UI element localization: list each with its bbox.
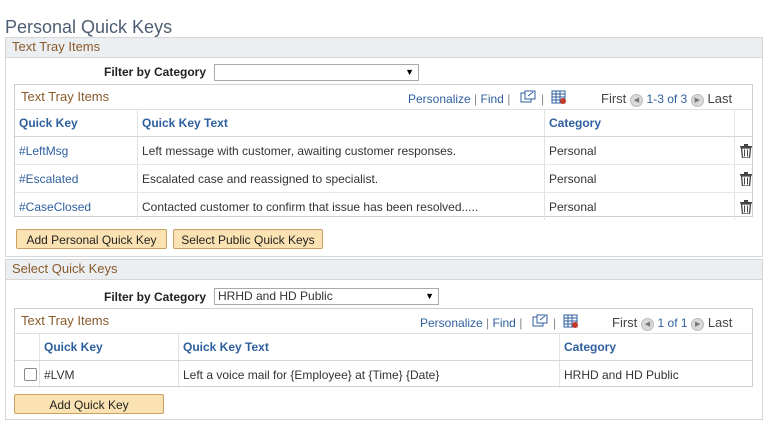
find-link[interactable]: Find: [493, 316, 516, 330]
add-quick-key-button[interactable]: Add Quick Key: [14, 394, 164, 414]
spreadsheet-download-icon[interactable]: [551, 90, 567, 105]
table-row: #Escalated Escalated case and reassigned…: [15, 164, 752, 193]
select-public-quick-keys-button[interactable]: Select Public Quick Keys: [173, 229, 323, 249]
personalize-link[interactable]: Personalize: [408, 92, 471, 106]
grid-title: Text Tray Items: [21, 89, 110, 104]
add-personal-quick-key-button[interactable]: Add Personal Quick Key: [16, 229, 167, 249]
select-keys-table: Quick Key Quick Key Text Category #LVM L…: [15, 334, 752, 388]
grid-header-bar: Text Tray Items Personalize | Find | | F…: [15, 85, 752, 110]
column-header-quick-key[interactable]: Quick Key: [39, 334, 179, 361]
quick-key-cell: #LVM: [39, 360, 179, 388]
table-row: #LeftMsg Left message with customer, awa…: [15, 136, 752, 165]
text-tray-section: Text Tray Items Filter by Category ▼ Tex…: [5, 37, 763, 257]
text-tray-section-title: Text Tray Items: [6, 38, 762, 58]
last-label[interactable]: Last: [707, 91, 732, 106]
column-header-category[interactable]: Category: [544, 110, 735, 137]
quick-key-text: Escalated case and reassigned to special…: [137, 164, 545, 193]
quick-key-text: Left message with customer, awaiting cus…: [137, 136, 545, 165]
filter-category-select[interactable]: ▼: [214, 64, 419, 81]
select-quick-keys-section: Select Quick Keys Filter by Category HRH…: [5, 259, 763, 420]
quick-key-link[interactable]: #LeftMsg: [15, 136, 138, 165]
chevron-down-icon: ▼: [405, 67, 414, 77]
filter-category-label: Filter by Category: [104, 290, 207, 304]
delete-row-button[interactable]: [734, 164, 752, 193]
previous-arrow-icon[interactable]: ◀: [640, 318, 654, 331]
delete-row-button[interactable]: [734, 136, 752, 165]
table-row: #LVM Left a voice mail for {Employee} at…: [15, 360, 752, 388]
category-cell: Personal: [544, 136, 735, 165]
column-header-quick-key-text[interactable]: Quick Key Text: [137, 110, 545, 137]
next-arrow-icon[interactable]: ▶: [691, 318, 705, 331]
next-arrow-icon[interactable]: ▶: [690, 94, 704, 107]
new-window-icon[interactable]: [532, 314, 548, 328]
trash-icon[interactable]: [739, 171, 752, 186]
grid-title: Text Tray Items: [21, 313, 110, 328]
column-header-delete: [734, 110, 752, 137]
category-cell: Personal: [544, 164, 735, 193]
filter-category-select[interactable]: HRHD and HD Public ▼: [214, 288, 439, 305]
previous-arrow-icon[interactable]: ◀: [629, 94, 643, 107]
first-label[interactable]: First: [612, 315, 637, 330]
row-range: 1-3 of 3: [646, 92, 688, 106]
column-header-select: [15, 334, 40, 361]
category-cell: HRHD and HD Public: [564, 367, 679, 382]
table-row: #CaseClosed Contacted customer to confir…: [15, 192, 753, 221]
find-link[interactable]: Find: [481, 92, 504, 106]
text-tray-table: Quick Key Quick Key Text Category #LeftM…: [15, 110, 752, 220]
trash-icon[interactable]: [739, 199, 752, 214]
quick-key-text: Contacted customer to confirm that issue…: [137, 192, 545, 220]
first-label[interactable]: First: [601, 91, 626, 106]
row-range: 1 of 1: [657, 316, 688, 330]
last-label[interactable]: Last: [708, 315, 733, 330]
quick-key-link[interactable]: #Escalated: [15, 164, 138, 193]
column-header-quick-key-text[interactable]: Quick Key Text: [178, 334, 560, 361]
spreadsheet-download-icon[interactable]: [563, 314, 579, 329]
column-header-category[interactable]: Category: [559, 334, 752, 361]
filter-category-value: HRHD and HD Public: [218, 289, 333, 303]
chevron-down-icon: ▼: [425, 291, 434, 301]
select-quick-keys-section-title: Select Quick Keys: [6, 260, 762, 280]
select-keys-grid: Text Tray Items Personalize | Find | | F…: [14, 308, 753, 388]
category-cell: Personal: [544, 192, 735, 220]
text-tray-grid: Text Tray Items Personalize | Find | | F…: [14, 84, 753, 220]
filter-category-label: Filter by Category: [104, 65, 207, 79]
grid-header-bar: Text Tray Items Personalize | Find | | F…: [15, 309, 752, 334]
quick-key-text: Left a voice mail for {Employee} at {Tim…: [178, 360, 560, 388]
trash-icon[interactable]: [739, 143, 752, 158]
quick-key-link[interactable]: #CaseClosed: [15, 192, 138, 220]
delete-row-button[interactable]: [735, 193, 753, 221]
new-window-icon[interactable]: [520, 90, 536, 104]
personalize-link[interactable]: Personalize: [420, 316, 483, 330]
row-select-checkbox[interactable]: [24, 368, 37, 381]
page-title: Personal Quick Keys: [5, 17, 173, 37]
row-select-cell: [15, 360, 40, 388]
column-header-quick-key[interactable]: Quick Key: [15, 110, 138, 137]
